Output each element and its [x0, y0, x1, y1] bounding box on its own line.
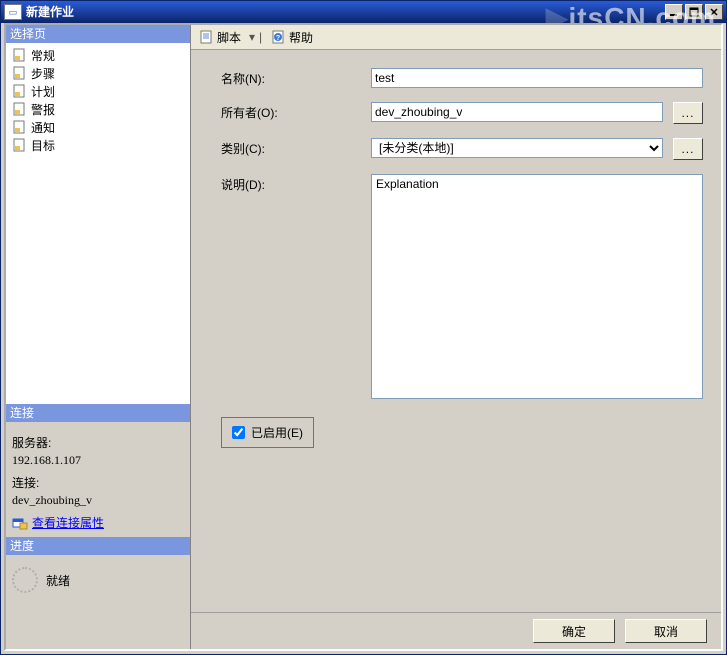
dialog-body: 选择页 常规 步骤 计划 警	[4, 23, 723, 651]
help-icon: ?	[271, 29, 287, 45]
name-label: 名称(N):	[221, 68, 371, 87]
page-icon	[11, 101, 27, 117]
page-icon	[11, 83, 27, 99]
enabled-checkbox[interactable]	[232, 426, 245, 439]
page-label: 常规	[31, 47, 55, 64]
conn-label: 连接:	[12, 474, 184, 491]
progress-header: 进度	[6, 537, 190, 555]
script-button[interactable]: 脚本	[195, 27, 245, 48]
script-label: 脚本	[217, 29, 241, 46]
progress-panel: 就绪	[6, 555, 190, 649]
category-browse-button[interactable]: ...	[673, 138, 703, 160]
connection-panel: 服务器: 192.168.1.107 连接: dev_zhoubing_v 查看…	[6, 422, 190, 537]
minimize-button[interactable]	[665, 4, 683, 20]
toolbar-separator: |	[258, 30, 263, 44]
server-label: 服务器:	[12, 434, 184, 451]
page-general[interactable]: 常规	[7, 46, 189, 64]
toolbar-dropdown-icon[interactable]: ▾	[249, 30, 254, 44]
close-button[interactable]	[705, 4, 723, 20]
page-icon	[11, 65, 27, 81]
page-icon	[11, 119, 27, 135]
category-label: 类别(C):	[221, 138, 371, 157]
right-panel: 脚本 ▾ | ? 帮助 名称(N): 所有者(O):	[191, 25, 721, 649]
page-targets[interactable]: 目标	[7, 136, 189, 154]
page-icon	[11, 47, 27, 63]
script-icon	[199, 29, 215, 45]
window-title: 新建作业	[26, 1, 663, 23]
form-area: 名称(N): 所有者(O): ... 类别(C):	[191, 50, 721, 612]
dialog-button-bar: 确定 取消	[191, 612, 721, 649]
enabled-checkbox-container[interactable]: 已启用(E)	[221, 417, 314, 448]
page-label: 步骤	[31, 65, 55, 82]
svg-text:?: ?	[276, 35, 280, 42]
spinner-icon	[12, 567, 38, 593]
owner-input[interactable]	[371, 102, 663, 122]
category-select[interactable]: [未分类(本地)]	[371, 138, 663, 158]
view-connection-properties-link[interactable]: 查看连接属性	[32, 514, 104, 531]
help-label: 帮助	[289, 29, 313, 46]
dialog-window: ▶itsCN.com ▭ 新建作业 选择页 常规 步骤	[0, 0, 727, 655]
left-panel: 选择页 常规 步骤 计划 警	[6, 25, 191, 649]
maximize-button[interactable]	[685, 4, 703, 20]
enabled-label: 已启用(E)	[251, 424, 303, 441]
toolbar: 脚本 ▾ | ? 帮助	[191, 25, 721, 50]
properties-icon	[12, 515, 28, 531]
page-steps[interactable]: 步骤	[7, 64, 189, 82]
server-value: 192.168.1.107	[12, 453, 184, 468]
owner-browse-button[interactable]: ...	[673, 102, 703, 124]
description-textarea[interactable]: Explanation	[371, 174, 703, 399]
select-page-header: 选择页	[6, 25, 190, 43]
description-label: 说明(D):	[221, 174, 371, 193]
ok-button[interactable]: 确定	[533, 619, 615, 643]
page-notify[interactable]: 通知	[7, 118, 189, 136]
page-list: 常规 步骤 计划 警报	[6, 43, 190, 404]
page-icon	[11, 137, 27, 153]
conn-value: dev_zhoubing_v	[12, 493, 184, 508]
cancel-button[interactable]: 取消	[625, 619, 707, 643]
title-bar: ▭ 新建作业	[1, 1, 726, 23]
app-icon: ▭	[4, 4, 22, 20]
page-schedule[interactable]: 计划	[7, 82, 189, 100]
connection-header: 连接	[6, 404, 190, 422]
page-label: 计划	[31, 83, 55, 100]
page-alerts[interactable]: 警报	[7, 100, 189, 118]
owner-label: 所有者(O):	[221, 102, 371, 121]
page-label: 警报	[31, 101, 55, 118]
name-input[interactable]	[371, 68, 703, 88]
help-button[interactable]: ? 帮助	[267, 27, 317, 48]
page-label: 目标	[31, 137, 55, 154]
page-label: 通知	[31, 119, 55, 136]
progress-status: 就绪	[46, 572, 70, 589]
